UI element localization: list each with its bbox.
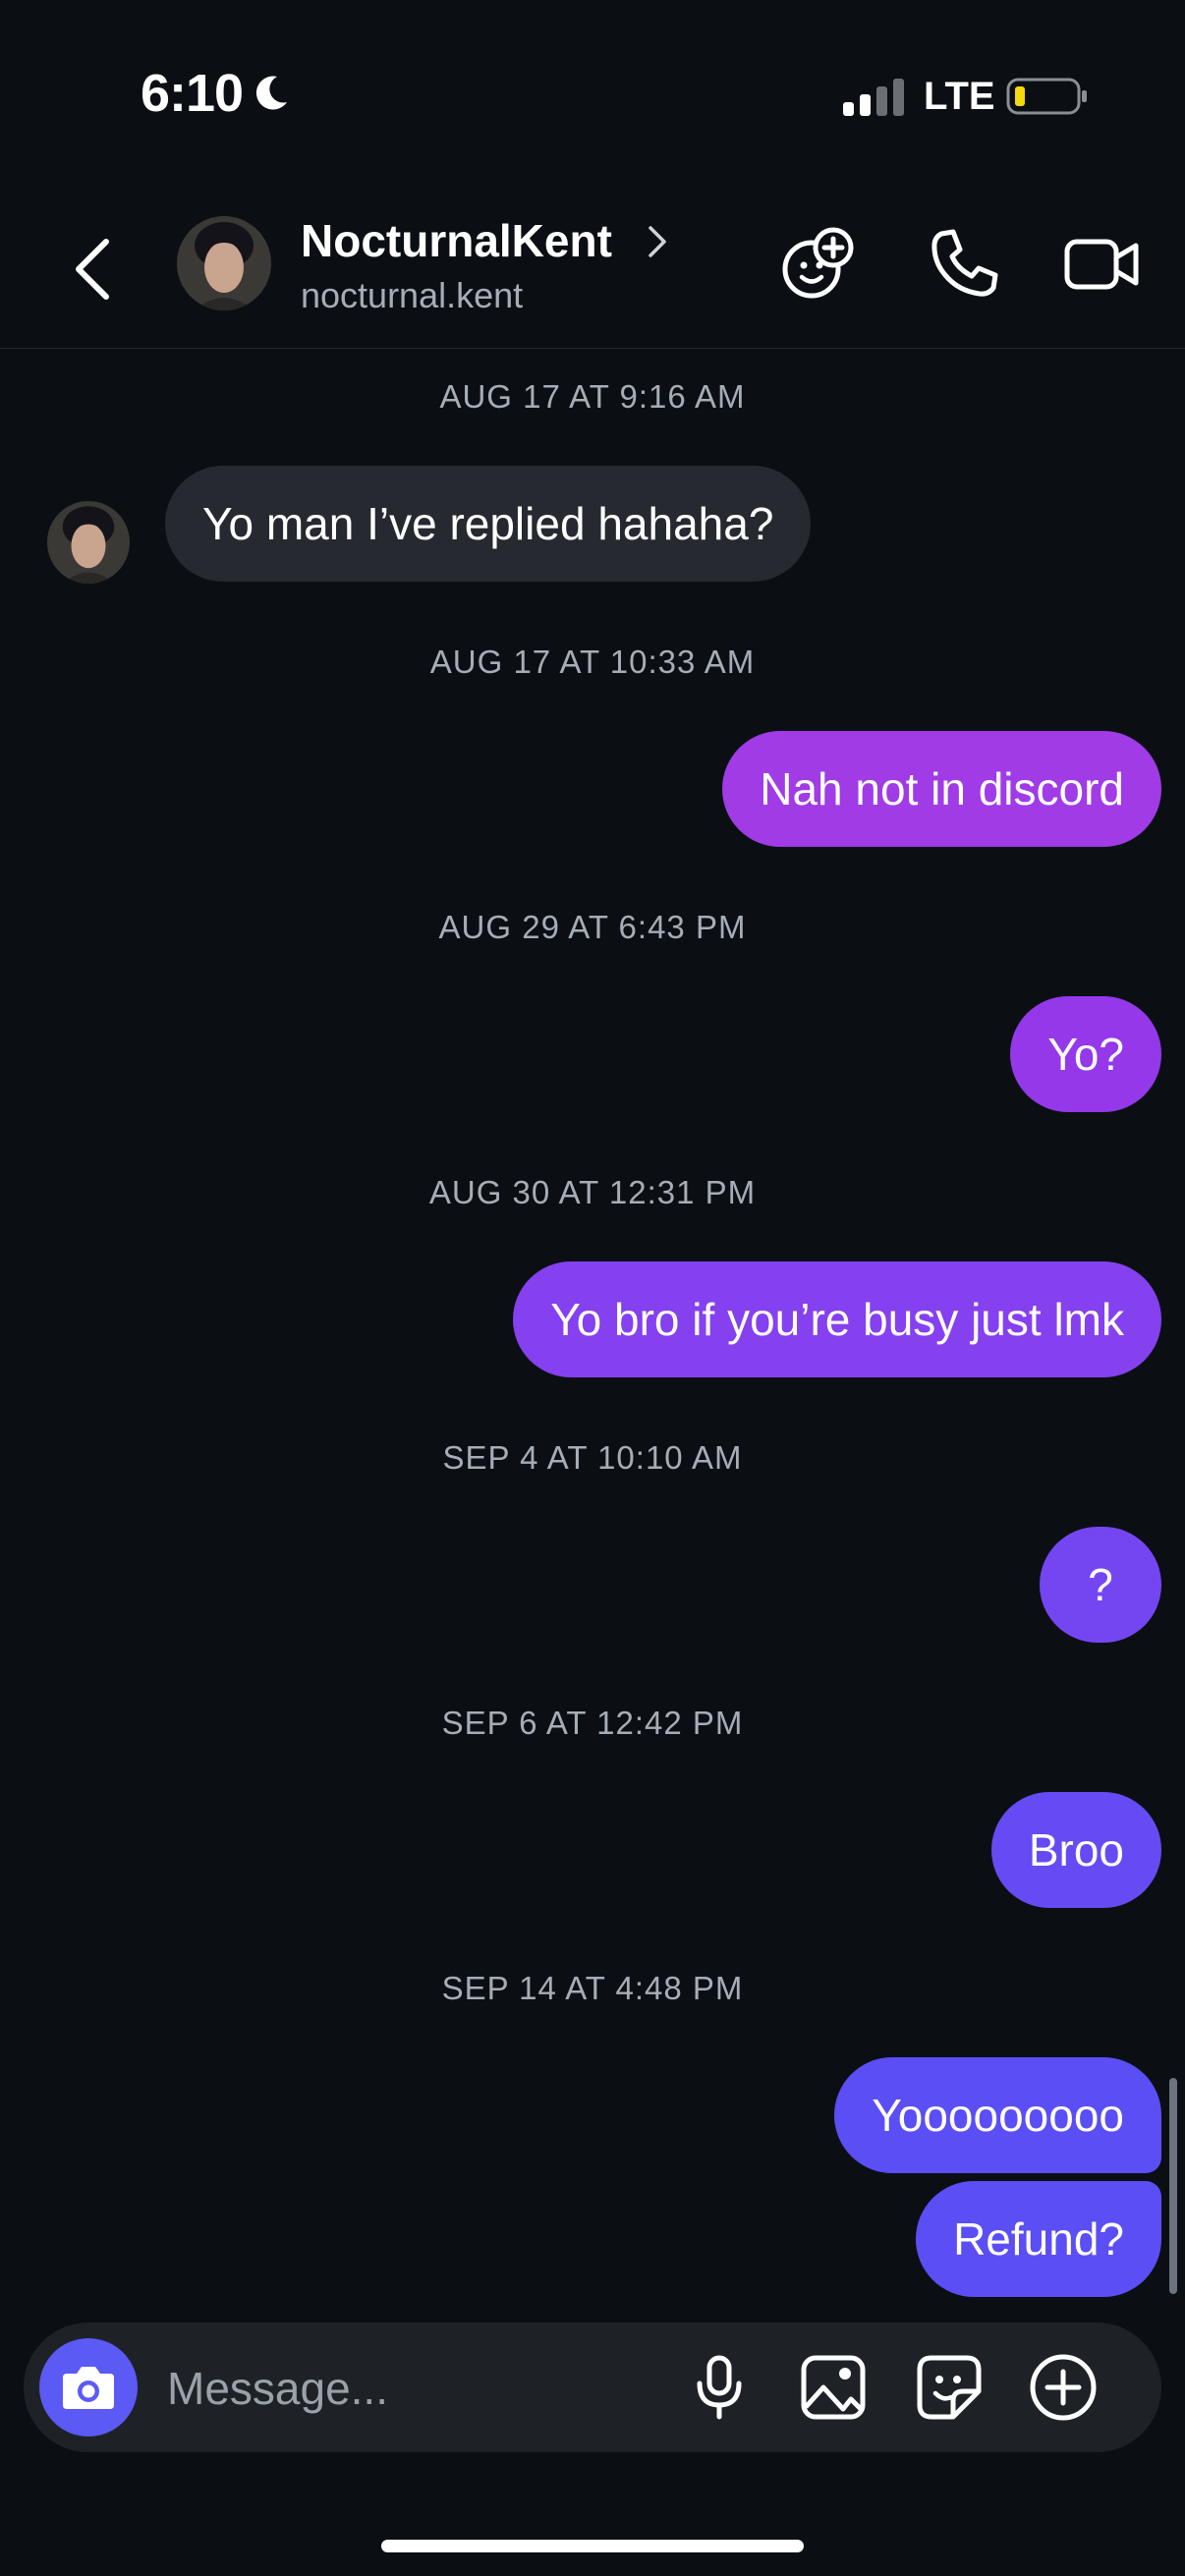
message-bubble-outgoing[interactable]: Nah not in discord [722, 731, 1161, 847]
timestamp: AUG 30 AT 12:31 PM [428, 1174, 757, 1210]
timestamp: AUG 29 AT 6:43 PM [438, 909, 747, 945]
home-indicator[interactable] [381, 2540, 804, 2552]
message-composer [24, 2323, 1161, 2452]
message-thread[interactable]: AUG 17 AT 9:16 AM Yo man I’ve replied ha… [0, 349, 1185, 2314]
timestamp: SEP 6 AT 12:42 PM [441, 1705, 744, 1741]
timestamp: AUG 17 AT 9:16 AM [439, 378, 746, 415]
sticker-icon[interactable] [914, 2352, 985, 2423]
message-bubble-outgoing[interactable]: Yo? [1010, 996, 1161, 1112]
contact-avatar[interactable] [177, 216, 271, 310]
timestamp: SEP 4 AT 10:10 AM [442, 1439, 743, 1476]
moon-icon [255, 76, 287, 110]
timestamp: AUG 17 AT 10:33 AM [429, 644, 756, 680]
status-bar: 6:10 LTE [0, 0, 1185, 187]
message-bubble-outgoing[interactable]: Broo [990, 1792, 1161, 1908]
message-bubble-outgoing[interactable]: Refund? [916, 2181, 1161, 2297]
camera-button[interactable] [39, 2338, 138, 2436]
network-type: LTE [924, 75, 995, 118]
chevron-right-icon[interactable] [647, 224, 668, 259]
scrollbar[interactable] [1169, 2078, 1177, 2294]
message-bubble-outgoing[interactable]: Yooooooooo [834, 2057, 1161, 2173]
video-icon[interactable] [1061, 224, 1142, 305]
sender-avatar[interactable] [47, 501, 130, 584]
message-input[interactable] [165, 2352, 680, 2425]
microphone-icon[interactable] [684, 2352, 755, 2423]
timestamp: SEP 14 AT 4:48 PM [441, 1970, 744, 2006]
message-bubble-outgoing[interactable]: Yo bro if you’re busy just lmk [513, 1261, 1161, 1377]
back-icon[interactable] [69, 236, 114, 303]
contact-name[interactable]: NocturnalKent [301, 214, 612, 267]
camera-icon [63, 2367, 114, 2409]
sticker-plus-icon[interactable] [778, 224, 859, 305]
chat-header: NocturnalKent nocturnal.kent [0, 187, 1185, 349]
signal-icon [843, 79, 904, 116]
phone-icon[interactable] [924, 224, 1004, 305]
status-time: 6:10 [141, 64, 244, 123]
contact-handle[interactable]: nocturnal.kent [301, 275, 523, 316]
message-bubble-incoming[interactable]: Yo man I’ve replied hahaha? [165, 466, 812, 582]
battery-icon [1006, 78, 1087, 115]
message-bubble-outgoing[interactable]: ? [1040, 1527, 1161, 1643]
add-circle-icon[interactable] [1028, 2352, 1099, 2423]
gallery-icon[interactable] [798, 2352, 869, 2423]
